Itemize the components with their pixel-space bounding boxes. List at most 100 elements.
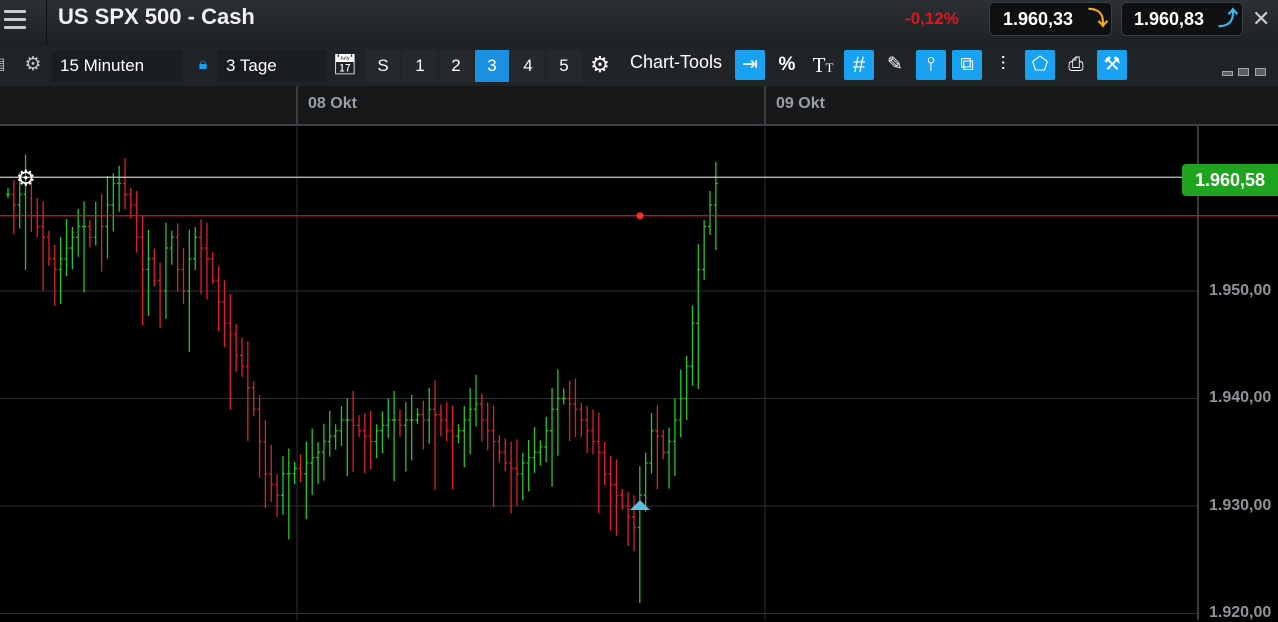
ohlc-bar <box>216 266 221 332</box>
range-button-2[interactable]: 2 <box>439 50 473 82</box>
range-button-5[interactable]: 5 <box>547 50 581 82</box>
ohlc-bar <box>362 413 367 474</box>
percent-icon[interactable]: % <box>772 50 802 80</box>
ohlc-bar <box>544 416 549 463</box>
text-tool-icon[interactable]: TT <box>808 50 838 80</box>
ohlc-bar <box>163 222 168 319</box>
ohlc-bar <box>631 495 636 552</box>
ohlc-bar <box>357 415 361 437</box>
interval-select[interactable]: 15 Minuten <box>52 50 182 82</box>
ohlc-bar <box>713 162 718 251</box>
compare-icon[interactable]: ⧉ <box>952 50 982 80</box>
arrow-up-icon: ⤴ <box>1218 8 1238 30</box>
ohlc-bar <box>392 390 397 481</box>
price-change: -0,12% <box>905 9 959 28</box>
ohlc-bar <box>158 262 163 329</box>
ohlc-bar <box>503 438 508 472</box>
ohlc-bar <box>82 201 87 293</box>
buy-price: 1.960,83 <box>1134 9 1205 29</box>
range-button-s[interactable]: S <box>366 50 400 82</box>
ohlc-bar <box>421 400 426 450</box>
ohlc-bar <box>655 405 660 490</box>
ohlc-bar <box>345 398 350 476</box>
gear-icon[interactable]: ⚙ <box>18 50 48 80</box>
menu-icon <box>4 10 26 13</box>
range-select[interactable]: 3 Tage <box>218 50 326 82</box>
maximize-icon[interactable] <box>1255 68 1266 76</box>
ohlc-bar <box>351 390 356 472</box>
ohlc-bar <box>462 406 467 468</box>
calendar-icon[interactable]: 📅︎ <box>330 50 360 80</box>
candle-icon[interactable]: ⫶ <box>988 50 1018 80</box>
ohlc-bar <box>620 488 625 510</box>
ohlc-bar <box>374 424 379 459</box>
y-label-1950: 1.950,00 <box>1209 282 1272 299</box>
range-button-4[interactable]: 4 <box>511 50 545 82</box>
ohlc-bar <box>304 441 309 519</box>
line-settings-icon: ⚙ <box>16 166 36 191</box>
ohlc-bar <box>444 402 449 442</box>
ohlc-bar <box>456 424 461 444</box>
ohlc-bar <box>433 380 438 491</box>
print-icon[interactable]: ⎙ <box>1061 50 1091 80</box>
ohlc-bar <box>193 227 198 270</box>
ohlc-bar <box>386 398 391 439</box>
lock-icon[interactable]: 🔒︎ <box>188 50 218 80</box>
ohlc-bar <box>41 201 46 291</box>
ohlc-bar <box>684 356 689 420</box>
ohlc-bar <box>128 187 133 219</box>
ohlc-bar <box>403 402 408 472</box>
settings-icon[interactable]: ⚙ <box>585 50 615 80</box>
grid-icon[interactable]: # <box>844 50 874 80</box>
sidebar-toggle-icon[interactable]: ▤ <box>0 50 10 80</box>
restore-icon[interactable] <box>1238 68 1249 76</box>
ohlc-bar <box>474 374 478 427</box>
ohlc-bar <box>234 323 239 372</box>
ohlc-bar <box>240 337 244 377</box>
ohlc-bar <box>228 294 233 410</box>
range-button-1[interactable]: 1 <box>403 50 437 82</box>
buy-price-button[interactable]: 1.960,83 ⤴ <box>1121 2 1243 36</box>
current-price-tag: 1.960,58 <box>1182 164 1278 196</box>
y-label-1920: 1.920,00 <box>1209 604 1272 621</box>
bar-type-icon[interactable]: ⫯ <box>916 50 946 80</box>
ohlc-bar <box>555 369 560 456</box>
ohlc-bar <box>561 388 566 405</box>
ohlc-bar <box>87 220 92 248</box>
ohlc-bar <box>93 201 98 246</box>
menu-button[interactable] <box>0 0 47 46</box>
ohlc-bar <box>292 461 297 485</box>
ohlc-bar <box>46 230 51 266</box>
range-button-3[interactable]: 3 <box>475 50 509 82</box>
date-separator <box>764 86 766 124</box>
ohlc-bar <box>6 187 10 199</box>
ohlc-bar <box>152 248 157 287</box>
close-icon[interactable]: ✕ <box>1252 6 1270 32</box>
price-chart[interactable]: ⚙ <box>0 126 1278 620</box>
menu-icon-bar <box>4 18 26 21</box>
draw-icon[interactable]: ✎ <box>880 50 910 80</box>
ohlc-bar <box>339 406 344 447</box>
minimize-icon[interactable] <box>1222 71 1233 76</box>
arrow-down-icon: ⤵ <box>1088 8 1108 30</box>
sell-price-button[interactable]: 1.960,33 ⤵ <box>989 2 1112 36</box>
ohlc-bar <box>667 427 672 489</box>
ohlc-bar <box>58 237 63 304</box>
ohlc-bar <box>117 165 122 212</box>
ohlc-bar <box>520 452 525 501</box>
ohlc-bar <box>585 406 590 454</box>
interval-value: 15 Minuten <box>60 56 145 75</box>
tag-icon[interactable]: ⬠ <box>1025 50 1055 80</box>
date-axis: 08 Okt 09 Okt <box>0 86 1278 126</box>
ohlc-bar <box>269 444 274 502</box>
ohlc-bar <box>257 395 262 478</box>
ohlc-bar <box>70 227 75 270</box>
fit-icon[interactable]: ⇥ <box>735 50 765 80</box>
ohlc-bar <box>134 191 139 253</box>
ohlc-bar <box>52 244 57 306</box>
ohlc-bar <box>678 369 683 438</box>
ohlc-bar <box>596 412 601 514</box>
ohlc-bar <box>672 398 677 476</box>
date-label-08-okt: 08 Okt <box>308 95 357 112</box>
settings-tool-icon[interactable]: ⚒ <box>1097 50 1127 80</box>
